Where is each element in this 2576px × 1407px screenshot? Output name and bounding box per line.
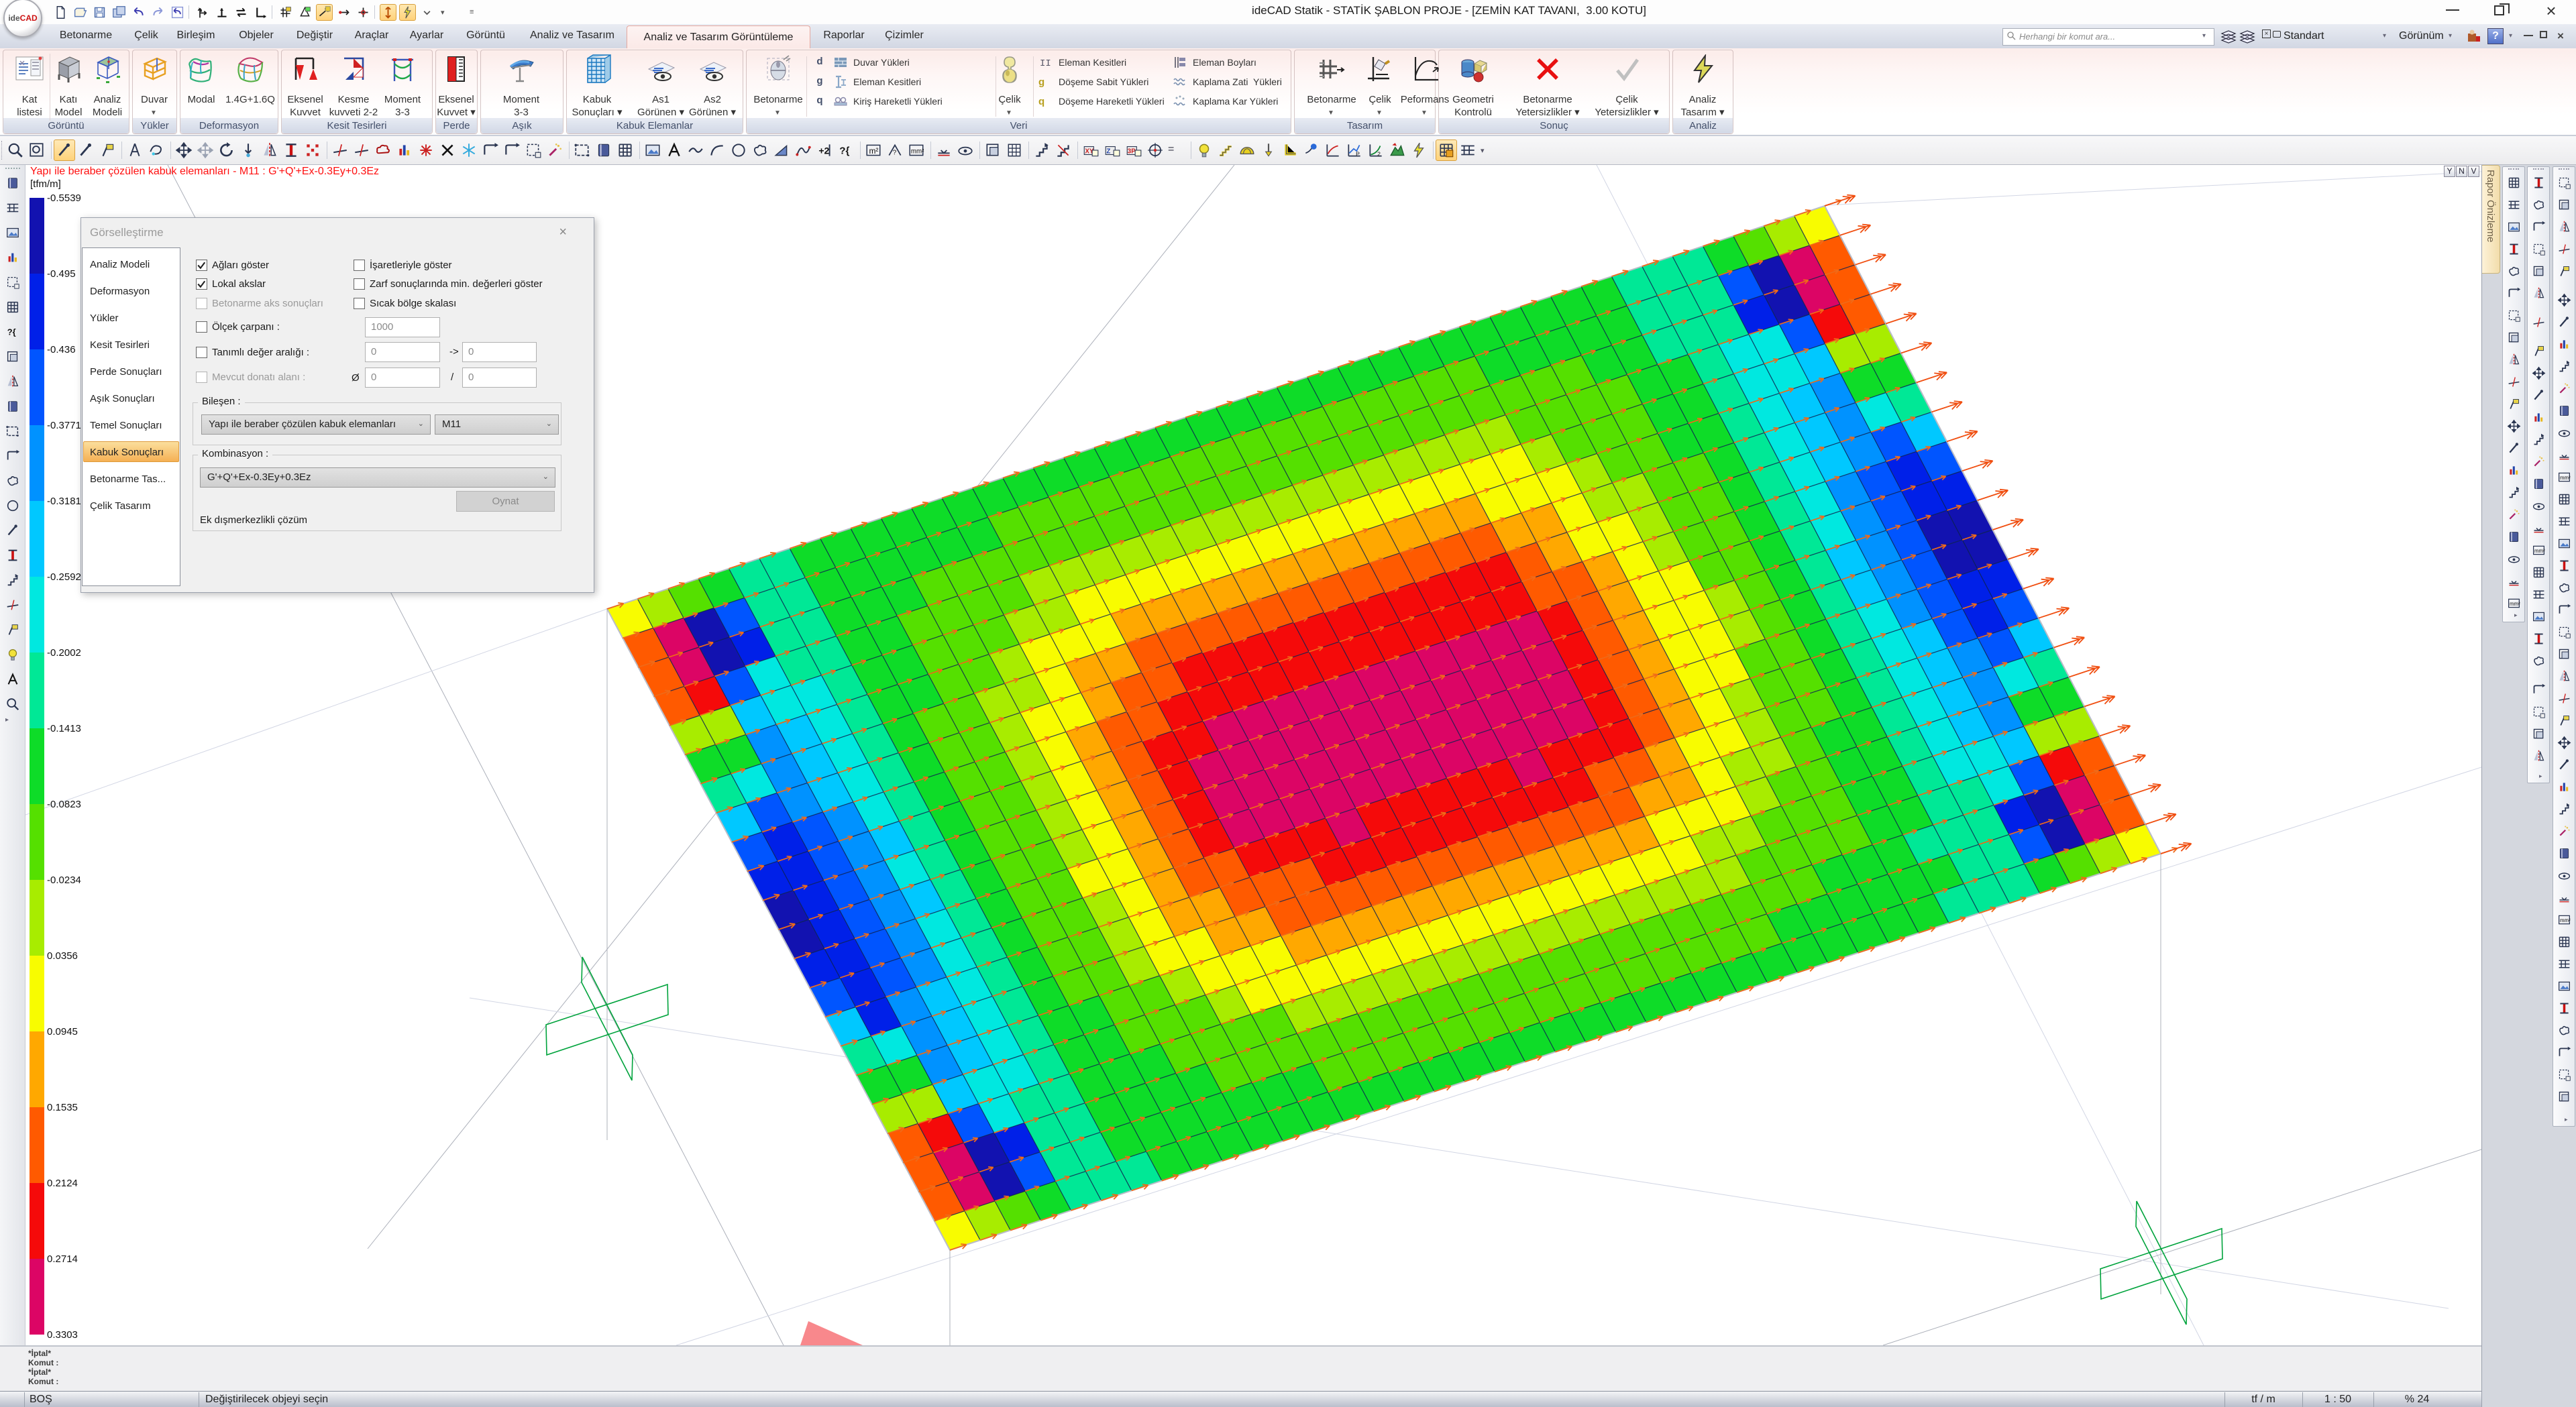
svg-text:?{: ?{ [839,145,849,156]
svg-text:mm²: mm² [2559,475,2570,481]
svg-text:II: II [1040,58,1051,69]
svg-text:3P: 3P [1128,148,1136,155]
svg-text:?: ? [893,150,897,157]
svg-text:Z: Z [1106,148,1110,155]
svg-text:mm²: mm² [911,148,924,155]
svg-text:m²: m² [869,146,879,156]
svg-text:mm²: mm² [2559,917,2570,923]
svg-text:mm²: mm² [2509,601,2520,607]
svg-text:P: P [1356,151,1360,158]
svg-text:2: 2 [1377,151,1381,158]
svg-text:?{: ?{ [7,327,16,337]
svg-text:mm²: mm² [2534,548,2544,554]
svg-text:+2: +2 [818,145,829,156]
